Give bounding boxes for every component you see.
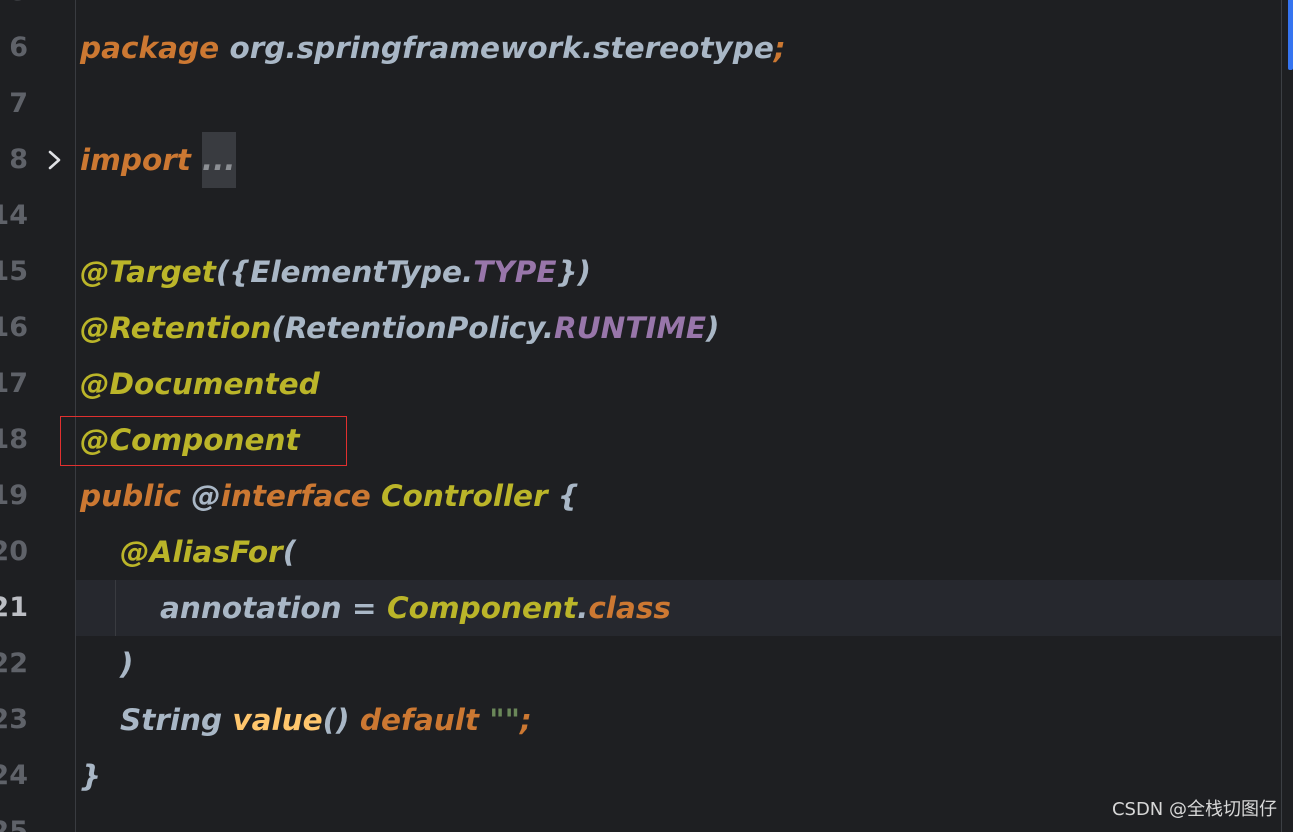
line-content[interactable]: @AliasFor(: [120, 524, 296, 580]
code-editor[interactable]: 5 6 package org.springframework.stereoty…: [0, 0, 1293, 832]
line-content[interactable]: String value() default "";: [120, 692, 532, 748]
annotation-token[interactable]: @Documented: [80, 367, 320, 401]
package-name-token[interactable]: org.springframework.stereotype: [229, 31, 773, 65]
semicolon-token[interactable]: ;: [774, 31, 786, 65]
line-content[interactable]: @Documented: [80, 356, 320, 412]
line-number[interactable]: 24: [0, 748, 28, 804]
line-content[interactable]: ): [120, 636, 133, 692]
line-number[interactable]: 7: [0, 76, 28, 132]
text-token[interactable]: ): [706, 311, 719, 345]
semicolon-token[interactable]: ;: [520, 703, 532, 737]
text-token[interactable]: }): [556, 255, 590, 289]
keyword-token[interactable]: interface: [221, 479, 381, 513]
line-number-current[interactable]: 21: [0, 580, 28, 636]
type-token[interactable]: String: [120, 703, 232, 737]
text-token[interactable]: .: [577, 591, 588, 625]
code-line-current[interactable]: 21 annotation = Component.class: [0, 580, 1281, 636]
line-content[interactable]: @Target({ElementType.TYPE}): [80, 244, 591, 300]
line-number[interactable]: 16: [0, 300, 28, 356]
text-token[interactable]: }: [80, 759, 101, 793]
constant-token[interactable]: TYPE: [473, 255, 556, 289]
text-token[interactable]: (RetentionPolicy.: [271, 311, 554, 345]
line-content[interactable]: @Retention(RetentionPolicy.RUNTIME): [80, 300, 719, 356]
import-keyword-token[interactable]: import: [80, 143, 191, 177]
line-content[interactable]: }: [80, 748, 101, 804]
code-line[interactable]: 25: [0, 804, 1281, 832]
line-number[interactable]: 6: [0, 20, 28, 76]
line-number[interactable]: 18: [0, 412, 28, 468]
code-line[interactable]: 6 package org.springframework.stereotype…: [0, 20, 1281, 76]
code-line[interactable]: 24 }: [0, 748, 1281, 804]
line-number[interactable]: 14: [0, 188, 28, 244]
scrollbar-thumb[interactable]: [1288, 0, 1293, 70]
text-token[interactable]: ): [120, 647, 133, 681]
code-line[interactable]: 15 @Target({ElementType.TYPE}): [0, 244, 1281, 300]
line-number[interactable]: 15: [0, 244, 28, 300]
line-number[interactable]: 25: [0, 804, 28, 832]
text-token[interactable]: {: [548, 479, 579, 513]
text-token[interactable]: @: [191, 479, 221, 513]
code-line[interactable]: 20 @AliasFor(: [0, 524, 1281, 580]
line-number[interactable]: 20: [0, 524, 28, 580]
annotation-highlight-box: [60, 416, 347, 466]
code-line[interactable]: 22 ): [0, 636, 1281, 692]
line-number[interactable]: 5: [0, 0, 28, 20]
scrollbar-divider: [1281, 0, 1282, 832]
chevron-right-icon[interactable]: [46, 150, 64, 170]
watermark: CSDN @全栈切图仔: [1111, 799, 1277, 820]
line-content[interactable]: import...: [80, 132, 236, 188]
code-line[interactable]: 8 import...: [0, 132, 1281, 188]
code-line[interactable]: 17 @Documented: [0, 356, 1281, 412]
annotation-token[interactable]: @AliasFor: [120, 535, 283, 569]
line-number[interactable]: 22: [0, 636, 28, 692]
line-number[interactable]: 8: [0, 132, 28, 188]
code-line[interactable]: 16 @Retention(RetentionPolicy.RUNTIME): [0, 300, 1281, 356]
line-content[interactable]: package org.springframework.stereotype;: [80, 20, 786, 76]
keyword-token[interactable]: default: [360, 703, 489, 737]
line-content[interactable]: annotation = Component.class: [160, 580, 671, 636]
constant-token[interactable]: RUNTIME: [554, 311, 706, 345]
class-name-token[interactable]: Component: [387, 591, 577, 625]
text-token[interactable]: ({ElementType.: [216, 255, 473, 289]
folded-imports-placeholder[interactable]: ...: [201, 132, 236, 188]
method-name-token[interactable]: value: [232, 703, 322, 737]
line-number[interactable]: 23: [0, 692, 28, 748]
keyword-token[interactable]: class: [588, 591, 671, 625]
text-token[interactable]: annotation =: [160, 591, 387, 625]
class-name-token[interactable]: Controller: [381, 479, 548, 513]
text-token[interactable]: (): [323, 703, 360, 737]
string-literal-token[interactable]: "": [489, 703, 520, 737]
annotation-token[interactable]: @Target: [80, 255, 216, 289]
keyword-token[interactable]: package: [80, 31, 229, 65]
code-line[interactable]: 14: [0, 188, 1281, 244]
code-line[interactable]: 23 String value() default "";: [0, 692, 1281, 748]
text-token[interactable]: (: [283, 535, 296, 569]
code-line[interactable]: 5: [0, 0, 1281, 20]
code-line[interactable]: 7: [0, 76, 1281, 132]
code-line[interactable]: 19 public @interface Controller {: [0, 468, 1281, 524]
annotation-token[interactable]: @Retention: [80, 311, 271, 345]
line-number[interactable]: 19: [0, 468, 28, 524]
line-content[interactable]: public @interface Controller {: [80, 468, 579, 524]
keyword-token[interactable]: public: [80, 479, 191, 513]
line-number[interactable]: 17: [0, 356, 28, 412]
